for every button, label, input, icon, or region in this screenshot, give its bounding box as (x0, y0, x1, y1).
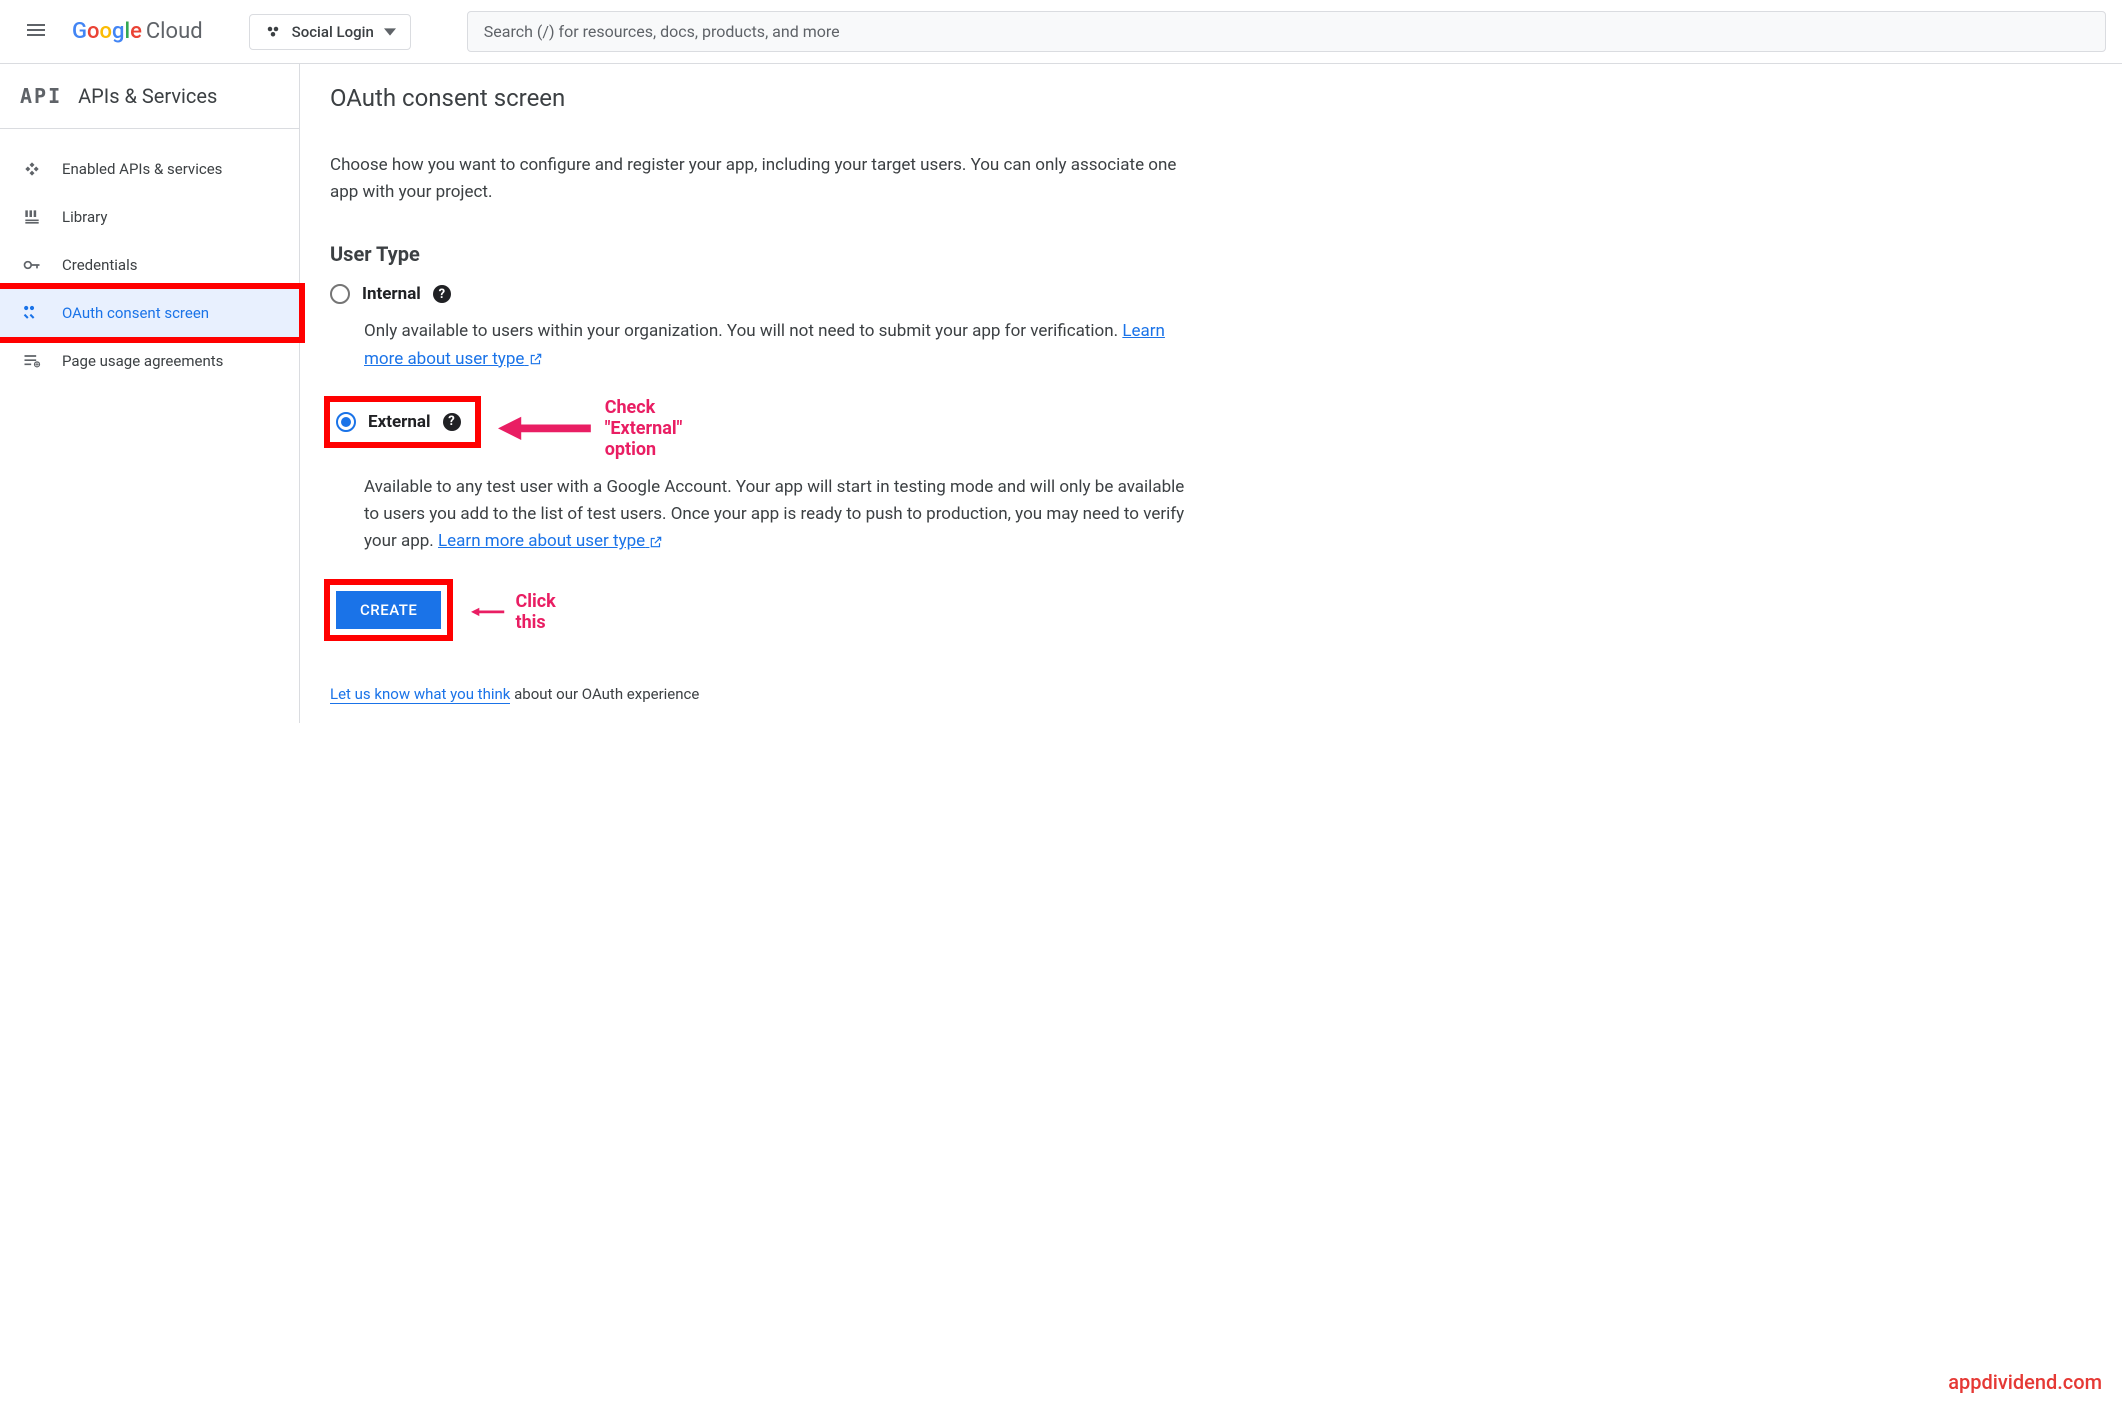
consent-icon (22, 303, 42, 323)
page-title: OAuth consent screen (330, 84, 1190, 112)
chevron-down-icon (384, 26, 396, 38)
help-icon[interactable]: ? (433, 285, 451, 303)
key-icon (22, 255, 42, 275)
annotation-external: Check "External" option (498, 397, 697, 460)
sidebar-item-label: Page usage agreements (62, 352, 223, 370)
intro-text: Choose how you want to configure and reg… (330, 152, 1190, 206)
google-cloud-logo[interactable]: Google Cloud (72, 19, 203, 44)
diamond-icon (22, 159, 42, 179)
radio-option-external: External ? Check "External" option Avail… (330, 397, 1190, 556)
sidebar-title: APIs & Services (78, 84, 217, 108)
radio-internal-label: Internal (362, 284, 421, 304)
external-link-icon (649, 535, 663, 549)
sidebar-item-oauth-consent[interactable]: OAuth consent screen (0, 289, 299, 337)
sidebar-item-label: Enabled APIs & services (62, 160, 222, 178)
sidebar-item-library[interactable]: Library (0, 193, 299, 241)
project-selector[interactable]: Social Login (249, 14, 411, 50)
feedback-link[interactable]: Let us know what you think (330, 685, 510, 704)
sidebar-item-enabled-apis[interactable]: Enabled APIs & services (0, 145, 299, 193)
user-type-radio-group: Internal ? Only available to users withi… (330, 284, 1190, 555)
watermark: appdividend.com (1948, 1370, 2102, 1394)
search-input[interactable]: Search (/) for resources, docs, products… (467, 11, 2106, 52)
project-name: Social Login (292, 23, 374, 41)
sidebar: API APIs & Services Enabled APIs & servi… (0, 64, 300, 723)
radio-external-label: External (368, 412, 431, 432)
search-placeholder: Search (/) for resources, docs, products… (484, 22, 840, 41)
create-button[interactable]: CREATE (336, 591, 441, 629)
arrow-icon (498, 409, 595, 448)
hamburger-menu-icon[interactable] (16, 10, 56, 54)
sidebar-header: API APIs & Services (0, 64, 299, 129)
create-highlight: CREATE (330, 585, 447, 635)
sidebar-item-credentials[interactable]: Credentials (0, 241, 299, 289)
help-icon[interactable]: ? (443, 413, 461, 431)
api-logo-icon: API (20, 84, 62, 108)
annotation-create: Click this (471, 591, 556, 633)
main-content: OAuth consent screen Choose how you want… (300, 64, 1220, 723)
radio-external[interactable] (336, 412, 356, 432)
learn-more-external-link[interactable]: Learn more about user type (438, 531, 663, 551)
arrow-icon (471, 605, 506, 619)
internal-description: Only available to users within your orga… (364, 318, 1190, 372)
feedback-text: Let us know what you think about our OAu… (330, 685, 1190, 703)
external-link-icon (529, 352, 543, 366)
agreements-icon (22, 351, 42, 371)
external-description: Available to any test user with a Google… (364, 474, 1190, 556)
sidebar-item-label: Credentials (62, 256, 137, 274)
sidebar-item-label: Library (62, 208, 107, 226)
sidebar-item-page-usage[interactable]: Page usage agreements (0, 337, 299, 385)
radio-option-internal: Internal ? Only available to users withi… (330, 284, 1190, 372)
sidebar-item-label: OAuth consent screen (62, 304, 209, 322)
user-type-heading: User Type (330, 242, 1190, 266)
project-dots-icon (264, 23, 282, 41)
top-header: Google Cloud Social Login Search (/) for… (0, 0, 2122, 64)
logo-cloud-text: Cloud (146, 19, 203, 44)
library-icon (22, 207, 42, 227)
radio-internal[interactable] (330, 284, 350, 304)
